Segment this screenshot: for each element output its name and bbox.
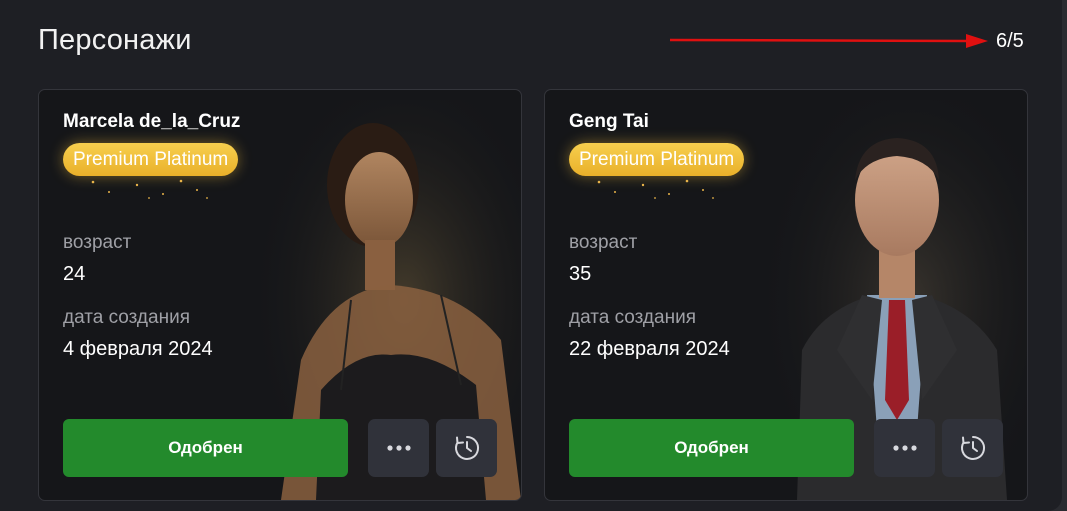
approved-status-button[interactable]: Одобрен bbox=[63, 419, 348, 477]
history-clock-icon bbox=[960, 436, 985, 460]
annotation-arrow bbox=[670, 34, 988, 48]
creation-date-label: дата создания bbox=[569, 307, 696, 328]
age-label: возраст bbox=[63, 232, 132, 253]
character-card: Geng Tai Premium Platinum возраст 35 дат… bbox=[544, 89, 1028, 501]
more-dots-icon bbox=[386, 445, 411, 451]
history-button[interactable] bbox=[436, 419, 497, 477]
history-button[interactable] bbox=[942, 419, 1003, 477]
sparkles-decoration bbox=[91, 179, 208, 199]
page-title: Персонажи bbox=[38, 24, 192, 56]
creation-date-value: 4 февраля 2024 bbox=[63, 338, 213, 360]
approved-status-button[interactable]: Одобрен bbox=[569, 419, 854, 477]
sparkles-decoration bbox=[597, 179, 714, 199]
character-counter: 6/5 bbox=[996, 30, 1024, 52]
history-clock-icon bbox=[454, 436, 479, 460]
creation-date-label: дата создания bbox=[63, 307, 190, 328]
character-name: Geng Tai bbox=[569, 111, 649, 132]
more-options-button[interactable] bbox=[874, 419, 935, 477]
premium-badge: Premium Platinum bbox=[569, 143, 745, 176]
character-name: Marcela de_la_Cruz bbox=[63, 111, 241, 132]
age-value: 24 bbox=[63, 263, 86, 285]
characters-panel: Персонажи 6/5 Marcela de_la_Cruz Premium… bbox=[0, 0, 1062, 511]
age-label: возраст bbox=[569, 232, 638, 253]
age-value: 35 bbox=[569, 263, 592, 285]
more-options-button[interactable] bbox=[368, 419, 429, 477]
more-dots-icon bbox=[892, 445, 917, 451]
premium-badge: Premium Platinum bbox=[63, 143, 239, 176]
character-card: Marcela de_la_Cruz Premium Platinum возр… bbox=[38, 89, 522, 501]
creation-date-value: 22 февраля 2024 bbox=[569, 338, 730, 360]
